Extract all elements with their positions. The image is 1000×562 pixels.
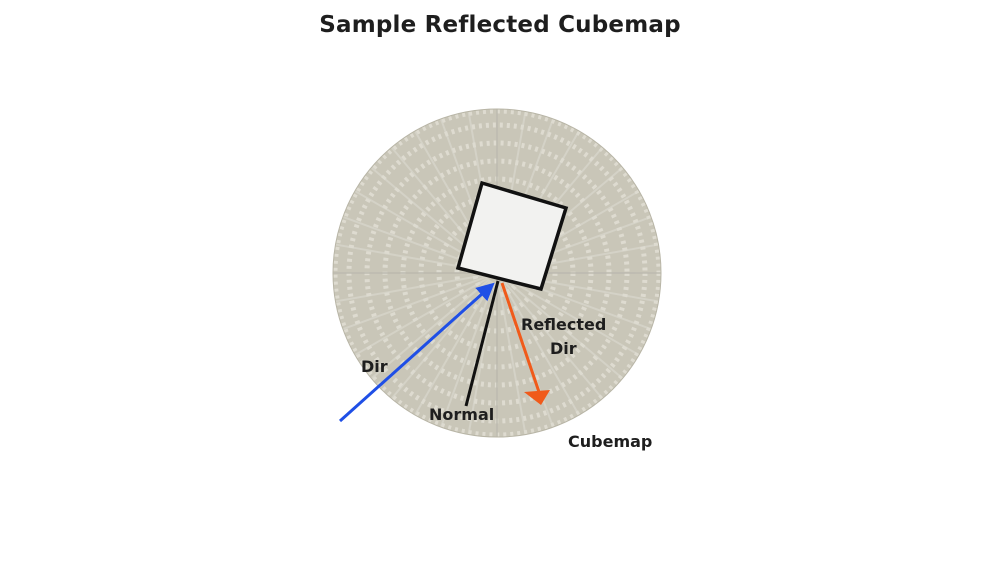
cubemap-label: Cubemap	[568, 432, 652, 451]
reflected-dir-label-line1: Reflected	[521, 315, 606, 334]
reflected-dir-label-line2: Dir	[550, 339, 577, 358]
dir-label: Dir	[361, 357, 388, 376]
normal-label: Normal	[429, 405, 494, 424]
reflection-diagram: Dir Normal Reflected Dir Cubemap	[332, 108, 662, 451]
